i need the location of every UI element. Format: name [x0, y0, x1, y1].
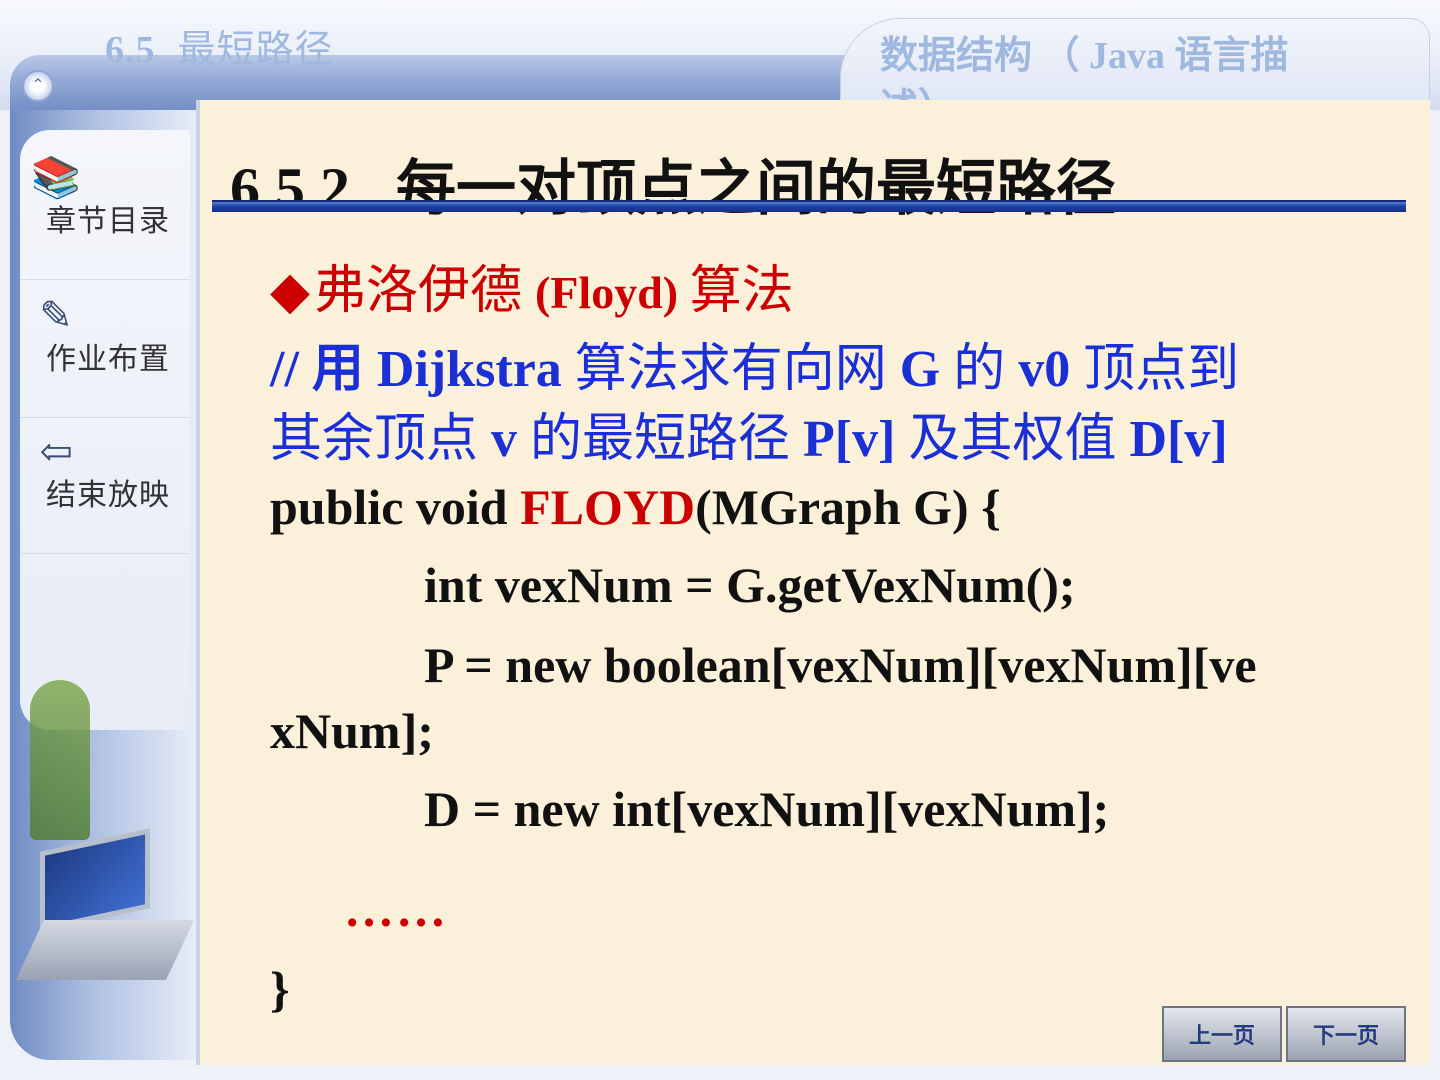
next-page-button[interactable]: 下一页	[1286, 1006, 1406, 1062]
code-text: (MGraph G) {	[695, 479, 1001, 535]
comment-keyword: D[v]	[1129, 411, 1228, 468]
comment-prefix: // 用	[270, 341, 377, 398]
sidebar-item-label: 作业布置	[46, 342, 170, 377]
title-text: 每一对顶点之间的最短路径	[396, 156, 1116, 222]
sidebar-item-end-show[interactable]: ⇦ 结束放映	[20, 424, 190, 554]
sidebar-item-label: 章节目录	[46, 204, 170, 239]
comment-text: 顶点到	[1070, 341, 1240, 398]
code-line-3: P = new boolean[vexNum][vexNum][ve	[424, 637, 1257, 693]
page-title: 6.5.2 每一对顶点之间的最短路径	[230, 140, 1116, 227]
comment-text: 的最短路径	[517, 411, 804, 468]
title-number: 6.5.2	[230, 156, 350, 222]
comment-text: 的	[940, 341, 1019, 398]
code-line-2: int vexNum = G.getVexNum();	[424, 557, 1076, 613]
laptop-decoration	[16, 828, 194, 1000]
comment-text: 及其权值	[895, 411, 1130, 468]
algorithm-name-en: (Floyd)	[535, 267, 690, 318]
code-line-signature: public void FLOYD(MGraph G) {	[270, 478, 1001, 536]
code-text: public void	[270, 479, 521, 535]
breadcrumb: 6.5 最短路径	[105, 18, 334, 73]
sidebar-item-homework[interactable]: ✎ 作业布置	[20, 288, 190, 418]
previous-page-button[interactable]: 上一页	[1162, 1006, 1282, 1062]
code-closing-brace: }	[270, 961, 290, 1017]
diamond-bullet-icon: ◆	[270, 263, 310, 320]
code-comment-line-1: // 用 Dijkstra 算法求有向网 G 的 v0 顶点到	[270, 326, 1239, 401]
comment-text: 算法求有向网	[561, 341, 900, 398]
algorithm-suffix: 算法	[689, 263, 794, 320]
comment-keyword: v	[491, 411, 518, 468]
sidebar-item-label: 结束放映	[46, 478, 170, 513]
sidebar-item-chapter-contents[interactable]: 📚 章节目录	[20, 150, 190, 280]
menu-circle-icon[interactable]: ⌃	[22, 70, 54, 102]
code-line-4: xNum];	[270, 703, 434, 759]
code-function-name: FLOYD	[520, 479, 696, 535]
code-ellipsis: ……	[344, 881, 448, 937]
code-comment-line-2: 其余顶点 v 的最短路径 P[v] 及其权值 D[v]	[270, 396, 1228, 471]
comment-keyword: v0	[1018, 341, 1071, 398]
comment-text: 其余顶点	[270, 411, 492, 468]
title-divider	[212, 200, 1406, 212]
section-title: 最短路径	[177, 29, 334, 71]
section-number: 6.5	[105, 29, 156, 71]
code-line-5: D = new int[vexNum][vexNum];	[424, 781, 1110, 837]
slide-navigation: 上一页 下一页	[1162, 1006, 1412, 1062]
comment-keyword: P[v]	[803, 411, 896, 468]
comment-keyword: G	[899, 341, 941, 398]
plant-decoration	[30, 680, 90, 840]
algorithm-name-cn: 弗洛伊德	[314, 263, 536, 320]
algorithm-heading: ◆弗洛伊德 (Floyd) 算法	[270, 248, 794, 323]
comment-keyword: Dijkstra	[376, 341, 562, 398]
